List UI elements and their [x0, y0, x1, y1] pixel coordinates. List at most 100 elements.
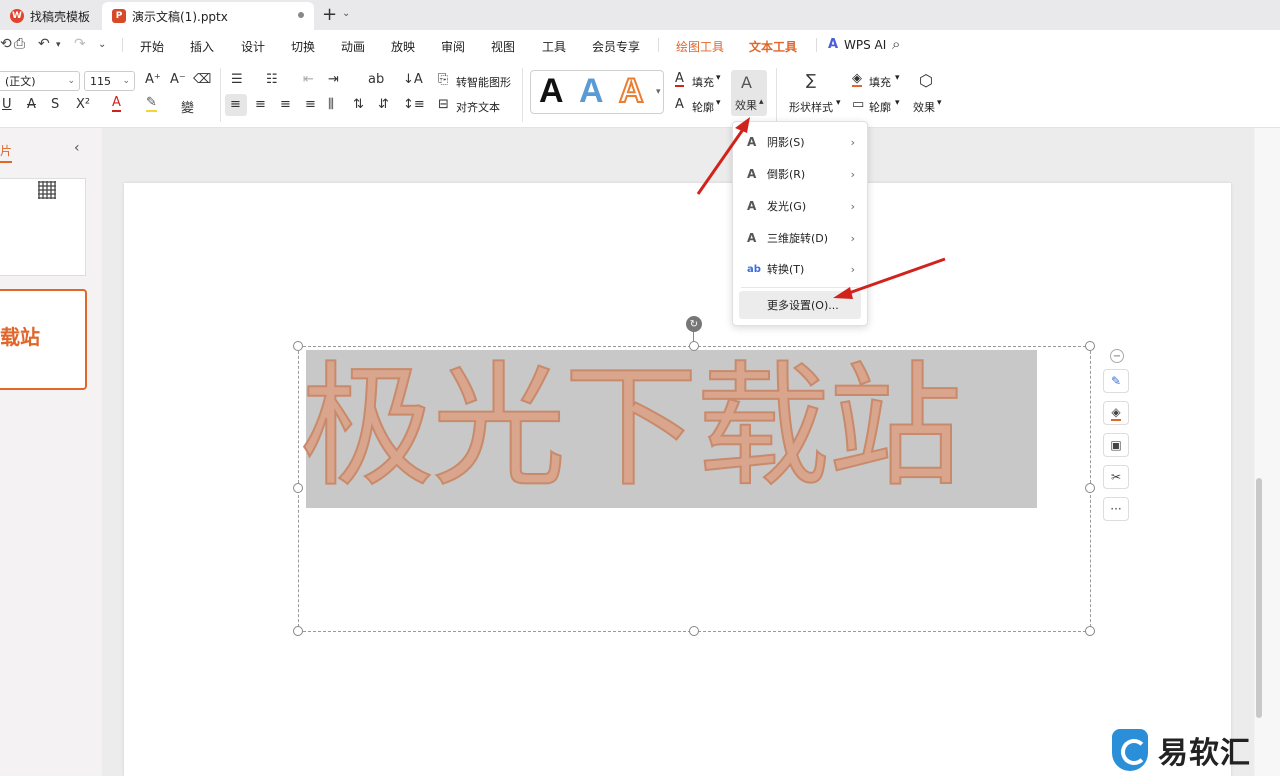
menu-wps-ai[interactable]: WPS AI: [844, 38, 886, 52]
text-shadow-icon[interactable]: S: [51, 97, 59, 112]
clear-format-icon[interactable]: ⌫: [193, 72, 211, 87]
numbered-list-icon[interactable]: ☷: [266, 72, 278, 87]
align-center-icon[interactable]: ≡: [255, 97, 266, 112]
slide-thumbnail-1[interactable]: [0, 178, 86, 276]
text-effect-button[interactable]: A 效果 ▴: [731, 70, 767, 116]
text-direction-icon[interactable]: ab: [368, 72, 384, 87]
menu-text-tools[interactable]: 文本工具: [749, 38, 798, 62]
chevron-down-icon[interactable]: ▾: [716, 98, 721, 108]
align-right-icon[interactable]: ≡: [280, 97, 291, 112]
chevron-down-icon[interactable]: ⌄: [98, 39, 106, 50]
decrease-font-icon[interactable]: A⁻: [170, 72, 186, 87]
resize-handle[interactable]: [1085, 483, 1095, 493]
paragraph-spacing-icon[interactable]: ⇵: [378, 97, 389, 112]
fill-button[interactable]: ◈: [1103, 401, 1129, 425]
wordart-style-blue[interactable]: A: [579, 72, 604, 111]
smart-shape-icon[interactable]: ⎘: [438, 72, 448, 87]
resize-handle[interactable]: [1085, 341, 1095, 351]
align-text-label[interactable]: 对齐文本: [456, 99, 500, 115]
menu-item-glow[interactable]: A 发光(G) ›: [733, 192, 867, 220]
shape-style-label[interactable]: 形状样式: [789, 99, 833, 115]
align-text-icon[interactable]: ⊟: [438, 97, 449, 112]
wordart-style-orange-outline[interactable]: A: [618, 71, 645, 111]
scrollbar-thumb[interactable]: [1256, 478, 1262, 718]
increase-font-icon[interactable]: A⁺: [145, 72, 161, 87]
align-left-button[interactable]: ≡: [225, 94, 247, 116]
menu-design[interactable]: 设计: [241, 38, 265, 55]
menu-review[interactable]: 审阅: [441, 38, 465, 55]
slide-thumbnail-2[interactable]: 载站: [0, 289, 87, 390]
menu-item-reflection[interactable]: A 倒影(R) ›: [733, 160, 867, 188]
search-icon[interactable]: ⌕: [892, 35, 900, 53]
menu-item-shadow[interactable]: A 阴影(S) ›: [733, 128, 867, 156]
font-name-select[interactable]: (正文) ⌄: [0, 71, 80, 91]
shape-effect-icon[interactable]: ⬡: [919, 71, 933, 90]
tools-button[interactable]: ✂: [1103, 465, 1129, 489]
menu-home[interactable]: 开始: [140, 38, 164, 55]
redo-icon[interactable]: ↷: [74, 36, 86, 52]
increase-indent-icon[interactable]: ⇥: [328, 72, 339, 87]
shape-outline-icon[interactable]: ▭: [852, 97, 864, 112]
edit-button[interactable]: ✎: [1103, 369, 1129, 393]
text-outline-label[interactable]: 轮廓: [692, 99, 714, 115]
menu-item-more-settings[interactable]: 更多设置(O)...: [739, 291, 861, 319]
shape-style-icon[interactable]: ∑: [806, 71, 816, 89]
chevron-down-icon[interactable]: ⌄: [342, 8, 350, 19]
menu-tools[interactable]: 工具: [542, 38, 566, 55]
font-color-icon[interactable]: A: [112, 96, 121, 112]
superscript-icon[interactable]: X²: [76, 97, 90, 112]
outline-button[interactable]: ▣: [1103, 433, 1129, 457]
shape-outline-label[interactable]: 轮廓: [869, 99, 891, 115]
chevron-left-icon[interactable]: ‹: [74, 140, 80, 156]
text-outline-icon[interactable]: A: [675, 97, 684, 112]
resize-handle[interactable]: [689, 626, 699, 636]
text-fill-label[interactable]: 填充: [692, 74, 714, 90]
menu-slideshow[interactable]: 放映: [391, 38, 415, 55]
menu-item-3d-rotation[interactable]: A 三维旋转(D) ›: [733, 224, 867, 252]
line-spacing-dropdown-icon[interactable]: ↕≡: [403, 97, 425, 112]
distribute-icon[interactable]: ⫼: [328, 97, 334, 112]
chevron-down-icon[interactable]: ▾: [656, 87, 661, 97]
panel-tab-slides[interactable]: 片: [0, 142, 13, 163]
chevron-down-icon[interactable]: ▾: [56, 40, 61, 50]
slide-text[interactable]: 极光下载站: [299, 351, 1040, 508]
resize-handle[interactable]: [293, 626, 303, 636]
wordart-style-black[interactable]: A: [539, 72, 564, 111]
undo-icon[interactable]: ↶: [38, 36, 50, 52]
shape-fill-label[interactable]: 填充: [869, 74, 891, 90]
underline-icon[interactable]: U: [2, 97, 12, 112]
chevron-down-icon[interactable]: ▾: [895, 98, 900, 108]
collapse-icon[interactable]: −: [1110, 349, 1124, 363]
print-preview-icon[interactable]: ⎙: [14, 36, 25, 52]
rotate-handle-icon[interactable]: ↻: [686, 316, 702, 332]
menu-drawing-tools[interactable]: 绘图工具: [676, 38, 724, 55]
strikethrough-icon[interactable]: A: [27, 97, 36, 112]
phonetic-icon[interactable]: 變: [181, 97, 194, 116]
resize-handle[interactable]: [689, 341, 699, 351]
chevron-down-icon[interactable]: ▾: [836, 98, 841, 108]
chevron-down-icon[interactable]: ▾: [937, 98, 942, 108]
menu-view[interactable]: 视图: [491, 38, 515, 55]
save-icon[interactable]: ⟲: [0, 36, 12, 52]
line-spacing-icon[interactable]: ⇅: [353, 97, 364, 112]
resize-handle[interactable]: [1085, 626, 1095, 636]
chevron-down-icon[interactable]: ▾: [895, 73, 900, 83]
tab-template[interactable]: W 找稿壳模板: [0, 2, 100, 30]
more-button[interactable]: ···: [1103, 497, 1129, 521]
text-fill-icon[interactable]: A: [675, 72, 684, 87]
shape-effect-label[interactable]: 效果: [913, 99, 935, 115]
bullet-list-icon[interactable]: ☰: [231, 72, 243, 87]
shape-fill-icon[interactable]: ◈: [852, 72, 862, 87]
resize-handle[interactable]: [293, 341, 303, 351]
menu-item-transform[interactable]: ab 转换(T) ›: [733, 255, 867, 283]
decrease-indent-icon[interactable]: ⇤: [303, 72, 314, 87]
new-tab-icon[interactable]: +: [322, 4, 337, 25]
menu-member[interactable]: 会员专享: [592, 38, 640, 55]
tab-presentation[interactable]: P 演示文稿(1).pptx: [102, 2, 314, 30]
sort-icon[interactable]: ↓A: [403, 72, 423, 87]
menu-insert[interactable]: 插入: [190, 38, 214, 55]
highlight-icon[interactable]: ✎: [146, 96, 157, 112]
chevron-down-icon[interactable]: ▾: [716, 73, 721, 83]
menu-animation[interactable]: 动画: [341, 38, 365, 55]
smart-shape-label[interactable]: 转智能图形: [456, 74, 511, 90]
